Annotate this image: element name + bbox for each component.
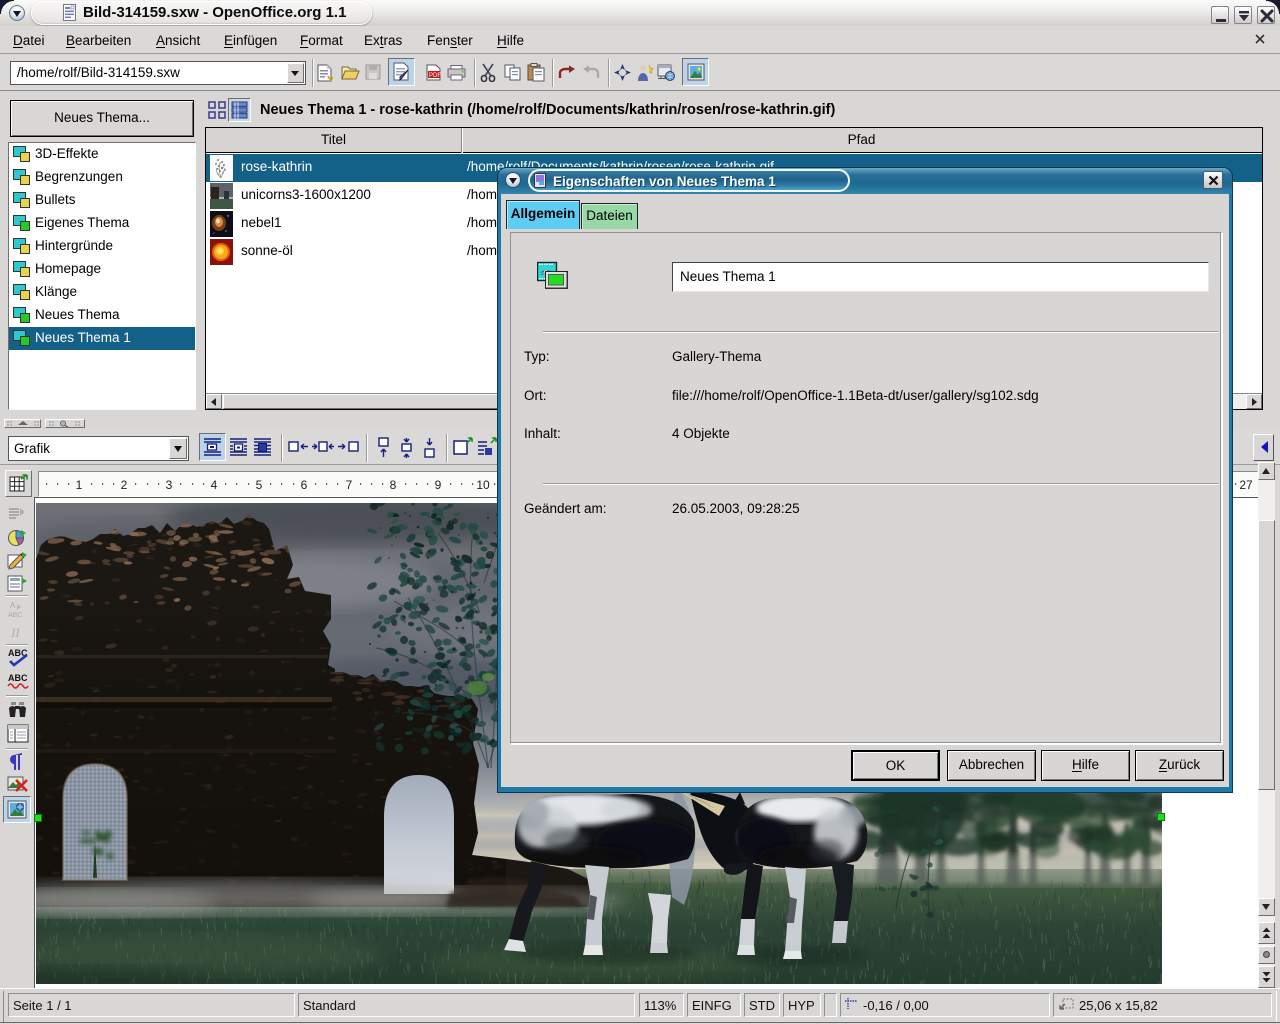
svg-text:7: 7: [346, 478, 353, 492]
svg-text:4: 4: [211, 478, 218, 492]
svg-text:2: 2: [121, 478, 128, 492]
svg-text:10: 10: [476, 478, 490, 492]
svg-text:6: 6: [301, 478, 308, 492]
svg-text:9: 9: [435, 478, 442, 492]
svg-text:PDF: PDF: [429, 73, 441, 79]
svg-text:5: 5: [256, 478, 263, 492]
svg-text:3: 3: [166, 478, 173, 492]
svg-text:ABC: ABC: [8, 612, 22, 619]
svg-text:A: A: [10, 601, 16, 610]
svg-text:II: II: [10, 625, 20, 640]
svg-text:8: 8: [390, 478, 397, 492]
svg-text:1: 1: [76, 478, 83, 492]
svg-text:27: 27: [1239, 478, 1253, 492]
svg-text:ABC: ABC: [8, 673, 28, 683]
